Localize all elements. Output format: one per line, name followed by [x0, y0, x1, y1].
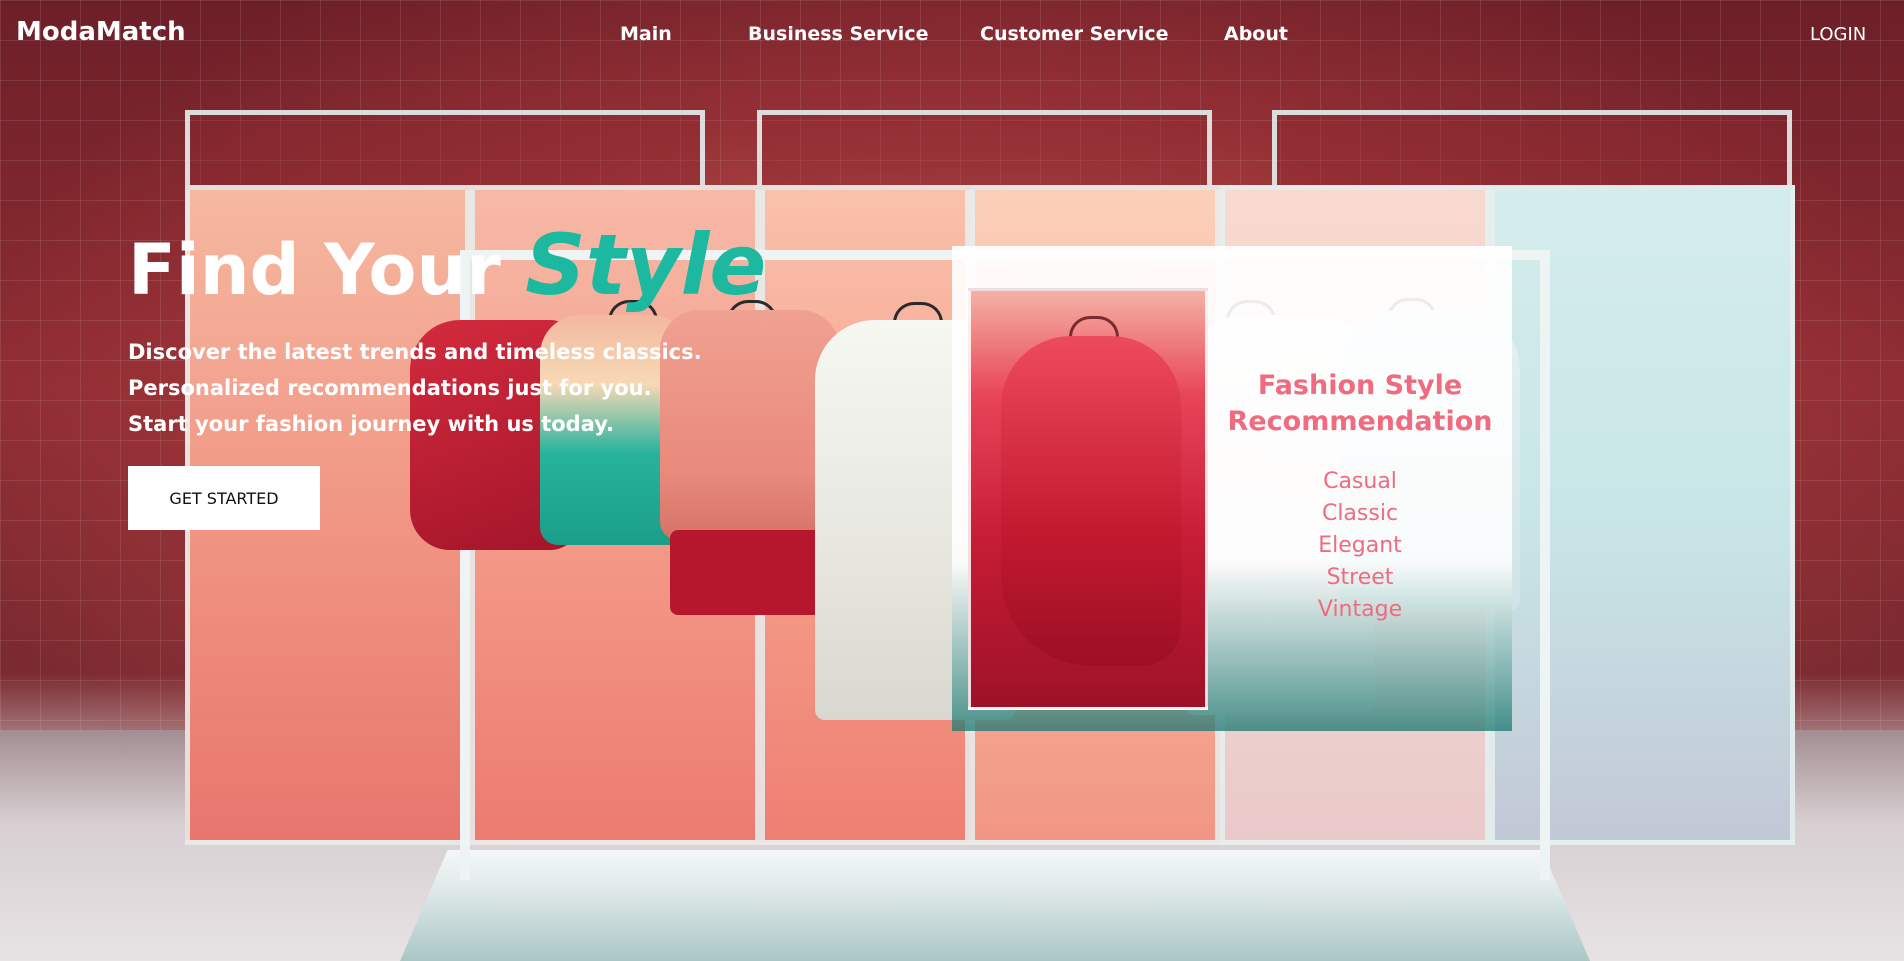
- recommendation-title: Fashion Style Recommendation: [1208, 368, 1512, 440]
- display-frame: [757, 110, 1212, 185]
- hero-tagline: Discover the latest trends and timeless …: [128, 334, 702, 442]
- nav-link-customer-service[interactable]: Customer Service: [980, 23, 1169, 45]
- login-link[interactable]: LOGIN: [1810, 24, 1866, 45]
- garment-red-skirt: [670, 530, 830, 615]
- garment-red-shirt: [1001, 336, 1181, 666]
- hero-line: Start your fashion journey with us today…: [128, 412, 614, 436]
- style-option-vintage[interactable]: Vintage: [1208, 594, 1512, 626]
- clothing-rack-post: [1540, 250, 1550, 880]
- nav-link-about[interactable]: About: [1224, 23, 1288, 45]
- nav-link-business-service[interactable]: Business Service: [748, 23, 928, 45]
- style-option-elegant[interactable]: Elegant: [1208, 530, 1512, 562]
- style-option-casual[interactable]: Casual: [1208, 466, 1512, 498]
- hero-title-prefix: Find Your: [128, 229, 501, 311]
- style-option-street[interactable]: Street: [1208, 562, 1512, 594]
- style-options-list: Casual Classic Elegant Street Vintage: [1208, 466, 1512, 626]
- nav-link-main[interactable]: Main: [620, 23, 672, 45]
- hero-line: Personalized recommendations just for yo…: [128, 376, 652, 400]
- display-base: [400, 850, 1590, 961]
- recommendation-title-line: Recommendation: [1227, 406, 1493, 437]
- get-started-button[interactable]: GET STARTED: [128, 466, 320, 530]
- recommendation-title-line: Fashion Style: [1257, 370, 1463, 401]
- hero-title-accent: Style: [525, 216, 767, 314]
- display-frame: [185, 110, 705, 185]
- recommendation-photo: [968, 288, 1208, 710]
- display-panel: [1490, 185, 1795, 845]
- style-recommendation-card: Fashion Style Recommendation Casual Clas…: [952, 246, 1512, 731]
- brand-logo[interactable]: ModaMatch: [16, 17, 186, 47]
- style-option-classic[interactable]: Classic: [1208, 498, 1512, 530]
- display-frame: [1272, 110, 1792, 185]
- hanger-icon: [1069, 316, 1119, 337]
- hero-line: Discover the latest trends and timeless …: [128, 340, 702, 364]
- hero-title: Find Your Style: [128, 220, 766, 315]
- top-navbar: ModaMatch Main Business Service Customer…: [0, 0, 1904, 70]
